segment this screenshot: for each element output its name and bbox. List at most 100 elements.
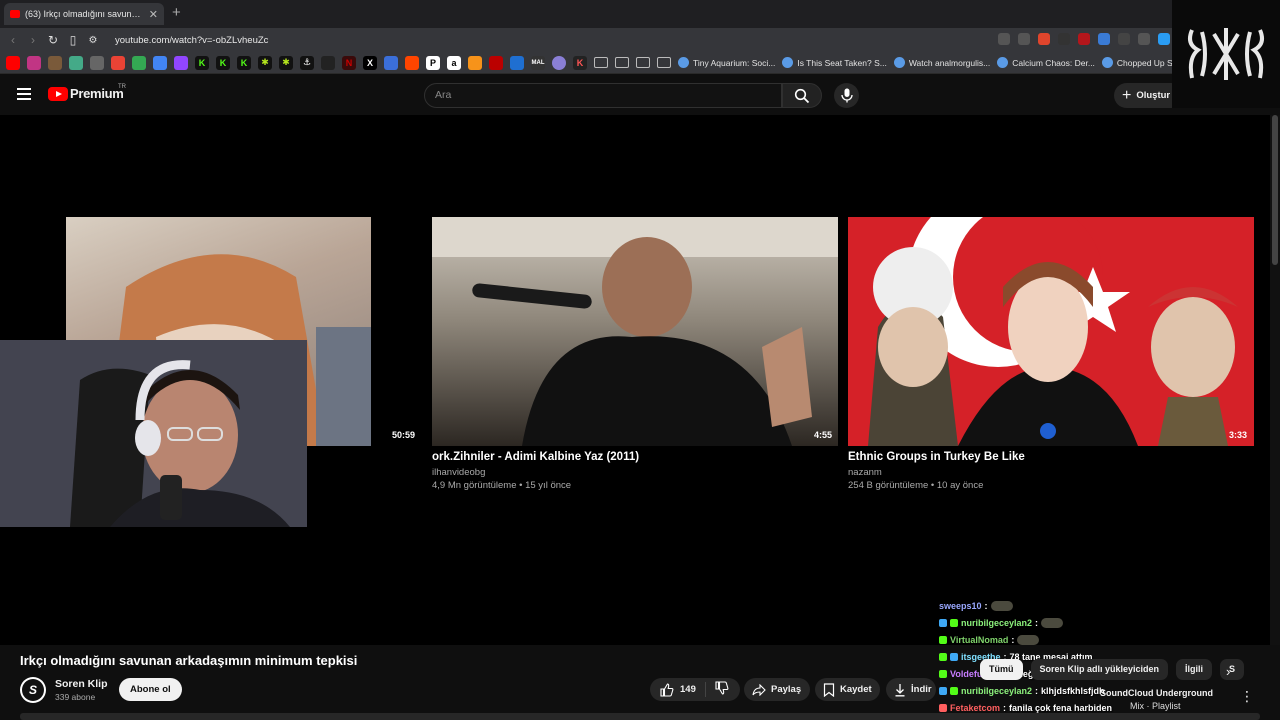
youtube-logo[interactable]: Premium TR (48, 84, 126, 101)
channel-avatar[interactable]: S (20, 677, 46, 703)
bookmark-icon[interactable]: MAL (531, 55, 545, 70)
like-count: 149 (680, 684, 696, 695)
like-button[interactable]: 149 (650, 682, 706, 697)
site-info-icon[interactable]: ⚙ (83, 35, 103, 46)
bookmark-link[interactable]: Calcium Chaos: Der... (997, 57, 1095, 68)
instagram-bookmark-icon[interactable] (27, 55, 41, 70)
stream-logo-overlay (1172, 0, 1280, 108)
share-label: Paylaş (771, 684, 802, 695)
bookmark-icon[interactable] (69, 55, 83, 70)
bookmark-link[interactable]: Tiny Aquarium: Soci... (678, 57, 775, 68)
bookmark-icon[interactable]: ⚓ (300, 55, 314, 70)
bookmark-icon[interactable] (489, 55, 503, 70)
save-label: Kaydet (840, 684, 872, 695)
end-screen-thumbnail-2[interactable] (432, 217, 838, 446)
horizontal-scroll-track (20, 713, 1260, 720)
chip-from-channel[interactable]: Soren Klip adlı yükleyiciden (1030, 659, 1169, 680)
page-scrollbar[interactable] (1270, 115, 1280, 645)
bookmark-icon[interactable] (153, 55, 167, 70)
folder-icon[interactable] (594, 57, 608, 68)
bookmark-icon[interactable]: ✱ (258, 55, 272, 70)
kick-bookmark-icon[interactable]: K (216, 55, 230, 70)
save-button[interactable]: Kaydet (815, 678, 880, 701)
chip-all[interactable]: Tümü (980, 659, 1023, 680)
chat-message: sweeps10: (939, 601, 1013, 611)
drive-bookmark-icon[interactable] (132, 55, 146, 70)
netflix-bookmark-icon[interactable]: N (342, 55, 356, 70)
patreon-bookmark-icon[interactable]: P (426, 55, 440, 70)
share-button[interactable]: Paylaş (744, 678, 810, 701)
voice-search-button[interactable] (834, 83, 859, 108)
forward-icon[interactable]: › (23, 33, 43, 47)
kick-badge-icon (939, 670, 947, 678)
kick-bookmark-icon[interactable]: K (237, 55, 251, 70)
download-button[interactable]: İndir (886, 678, 936, 701)
bookmark-icon[interactable] (48, 55, 62, 70)
extension-icon[interactable] (1118, 33, 1130, 45)
address-bar-row: ‹ › ↻ ▯ ⚙ youtube.com/watch?v=-obZLvheuZ… (0, 28, 1280, 52)
amazon-bookmark-icon[interactable]: a (447, 55, 461, 70)
folder-icon[interactable] (615, 57, 629, 68)
bookmark-link[interactable]: Is This Seat Taken? S... (782, 57, 887, 68)
chips-next-icon[interactable]: › (1226, 664, 1230, 679)
end-screen-title-2[interactable]: ork.Zihniler - Adimi Kalbine Yaz (2011) (432, 451, 639, 463)
save-bookmark-icon (823, 682, 835, 697)
turkey-flag-cartoon-art (868, 217, 1238, 446)
bookmark-icon[interactable] (90, 55, 104, 70)
ublock-icon[interactable] (1078, 33, 1090, 45)
chip-related[interactable]: İlgili (1176, 659, 1213, 680)
audio-extension-icon[interactable] (1098, 33, 1110, 45)
cast-icon[interactable] (998, 33, 1010, 45)
search-input[interactable]: Ara (424, 83, 782, 108)
extensions-bar (998, 33, 1170, 45)
url-field[interactable]: youtube.com/watch?v=-obZLvheuZc (115, 35, 268, 46)
extension-icon[interactable] (1138, 33, 1150, 45)
reddit-bookmark-icon[interactable] (405, 55, 419, 70)
new-tab-icon[interactable]: + (172, 4, 181, 21)
reload-icon[interactable]: ↻ (43, 33, 63, 47)
premium-label: Premium (70, 86, 124, 101)
bookmark-link[interactable]: Watch analmorgulis... (893, 57, 990, 68)
kick-bookmark-icon[interactable]: K (195, 55, 209, 70)
close-tab-icon[interactable]: ✕ (149, 8, 158, 21)
share-icon (752, 683, 766, 696)
extension-icon[interactable] (1158, 33, 1170, 45)
kick-badge-icon (939, 653, 947, 661)
x-bookmark-icon[interactable]: X (363, 55, 377, 70)
end-screen-meta-3: 254 B görüntüleme • 10 ay önce (848, 480, 984, 491)
bookmark-icon[interactable] (468, 55, 482, 70)
extension-icon[interactable] (1058, 33, 1070, 45)
browser-tab-active[interactable]: (63) Irkçı olmadığını savunan ark ✕ (4, 3, 164, 25)
duration-3: 3:33 (1229, 430, 1248, 440)
menu-icon[interactable] (17, 88, 31, 103)
share-page-icon[interactable] (1018, 33, 1030, 45)
bookmark-icon[interactable] (510, 55, 524, 70)
back-icon[interactable]: ‹ (3, 33, 23, 47)
folder-icon[interactable] (657, 57, 671, 68)
search-button[interactable] (782, 83, 822, 108)
gmail-bookmark-icon[interactable] (111, 55, 125, 70)
chat-message: Fetaketcom: fanila çok fena harbiden (939, 703, 1112, 713)
twitch-bookmark-icon[interactable] (174, 55, 188, 70)
bookmark-page-icon[interactable]: ▯ (63, 33, 83, 47)
bookmark-icon[interactable]: K (573, 55, 587, 70)
folder-icon[interactable] (636, 57, 650, 68)
bookmark-icon[interactable] (384, 55, 398, 70)
scrollbar-thumb[interactable] (1272, 115, 1278, 265)
brave-shield-icon[interactable] (1038, 33, 1050, 45)
youtube-bookmark-icon[interactable] (6, 55, 20, 70)
subscribe-button[interactable]: Abone ol (119, 678, 182, 701)
related-playlist-item[interactable]: SoundCloud Underground Mix · Playlist (1100, 688, 1213, 711)
chip-more[interactable]: S (1220, 659, 1245, 680)
bookmark-icon[interactable]: ✱ (279, 55, 293, 70)
bookmark-icon[interactable] (321, 55, 335, 70)
bookmark-icon[interactable] (552, 55, 566, 70)
end-screen-channel-3[interactable]: nazanm (848, 467, 882, 478)
youtube-play-icon (48, 86, 68, 101)
end-screen-title-3[interactable]: Ethnic Groups in Turkey Be Like (848, 451, 1025, 463)
end-screen-channel-2[interactable]: ilhanvideobg (432, 467, 485, 478)
channel-name[interactable]: Soren Klip (55, 678, 108, 690)
dislike-button[interactable] (706, 681, 729, 698)
more-options-icon[interactable]: ⋮ (1240, 688, 1254, 705)
end-screen-thumbnail-3[interactable] (848, 217, 1254, 446)
